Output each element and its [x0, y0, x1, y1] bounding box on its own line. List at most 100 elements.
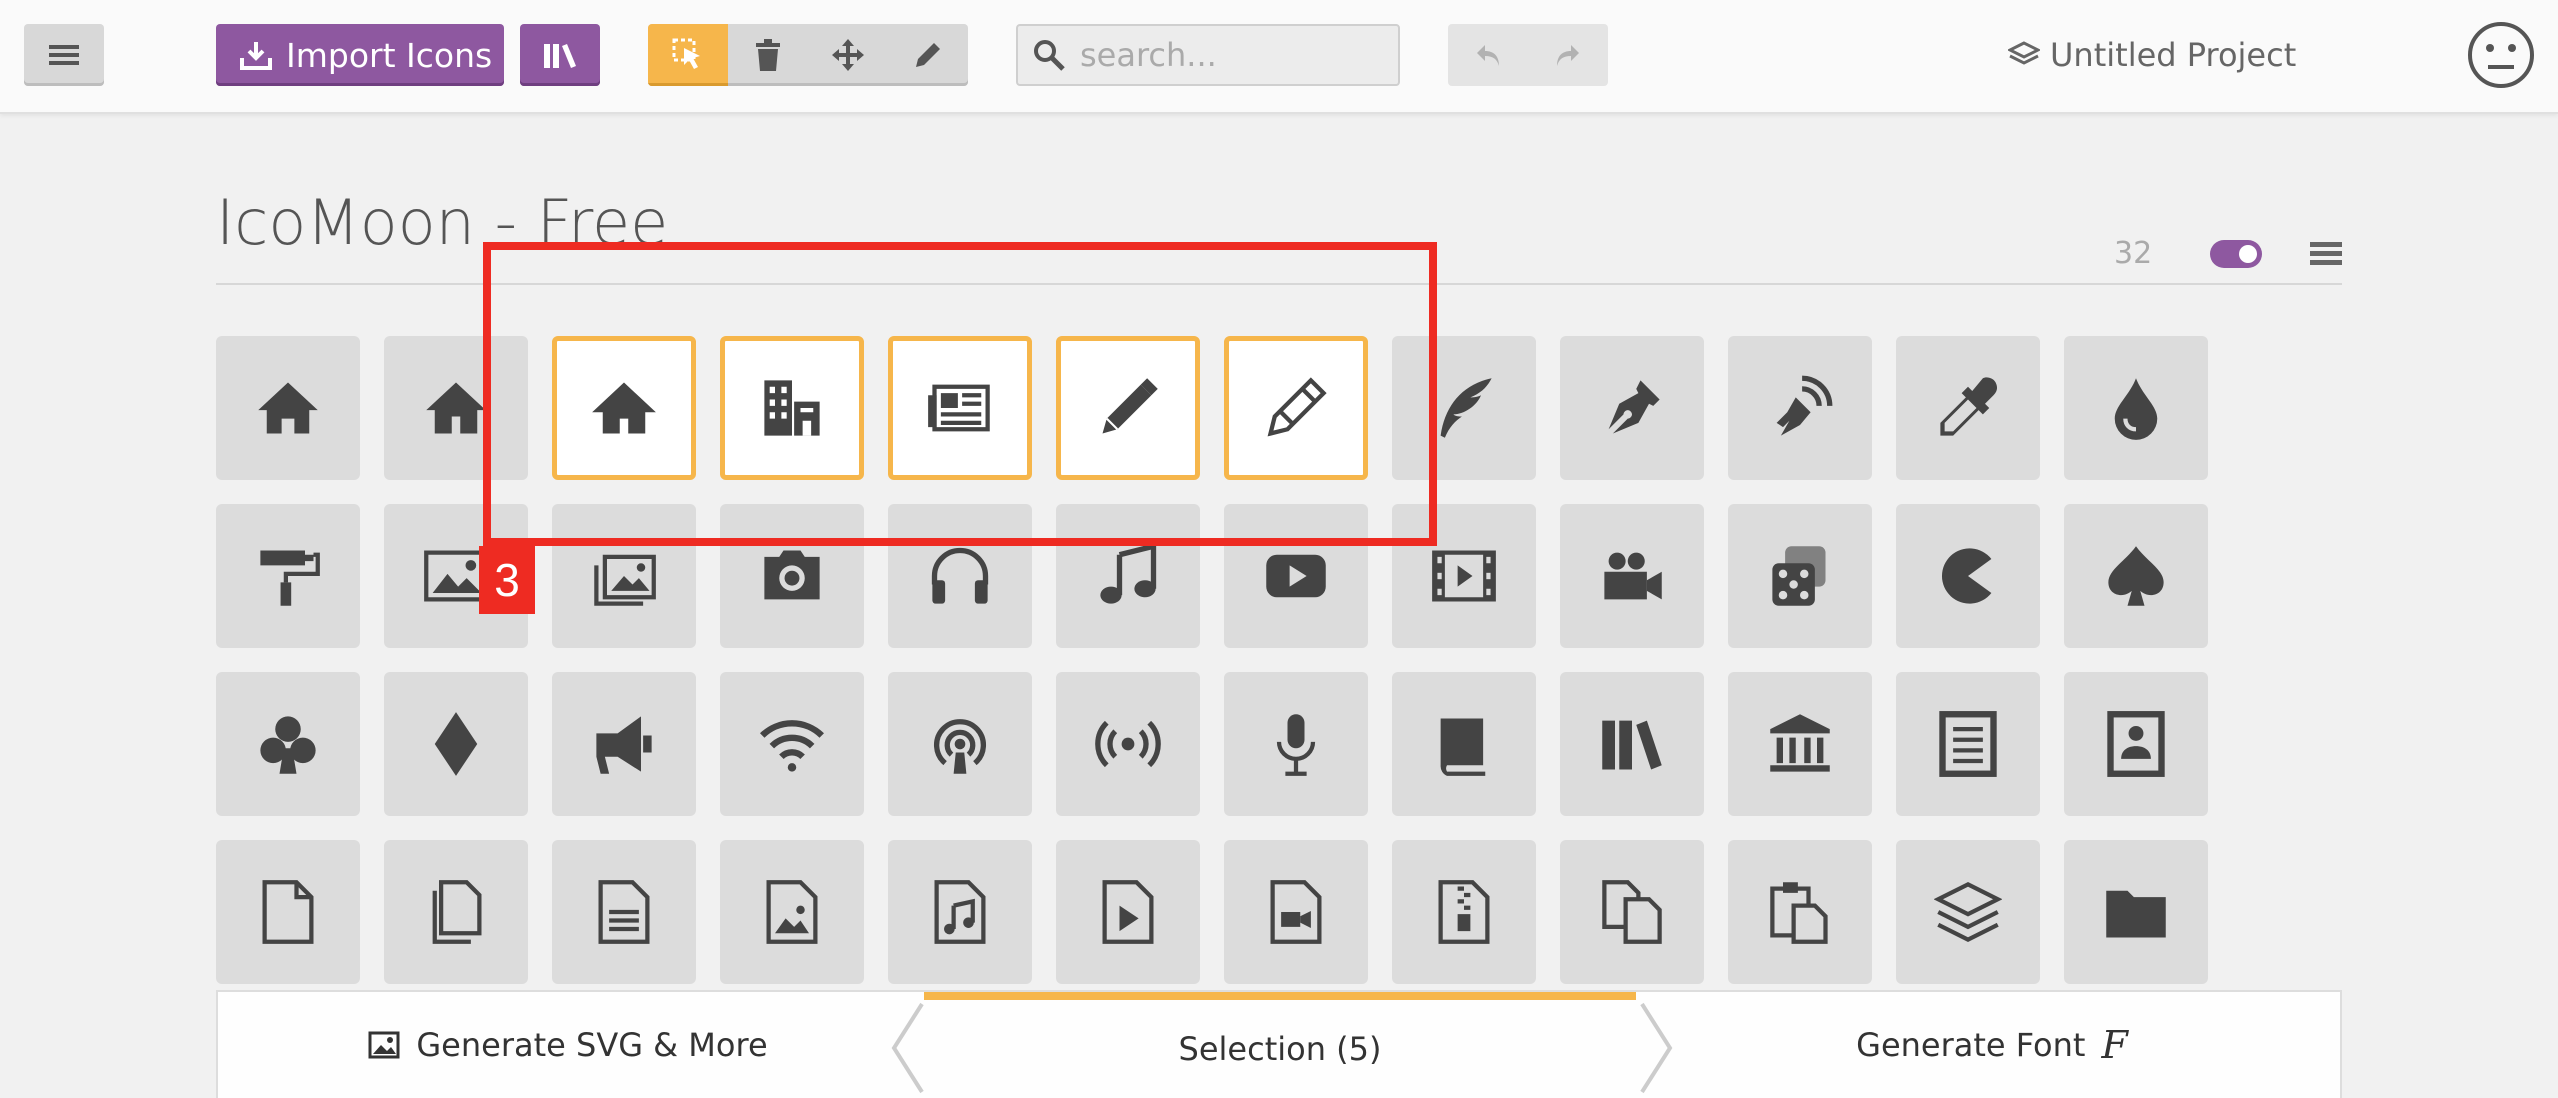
tool-mode-group	[648, 24, 968, 86]
icon-tile-home3[interactable]	[552, 336, 696, 480]
file-text2-icon	[598, 880, 650, 944]
user-avatar-icon[interactable]	[2466, 20, 2536, 90]
icon-tile-folder[interactable]	[2064, 840, 2208, 984]
icon-tile-copy[interactable]	[1560, 840, 1704, 984]
selection-label: Selection (5)	[1178, 1030, 1382, 1068]
delete-tool-button[interactable]	[728, 24, 808, 86]
set-divider	[216, 283, 2342, 285]
icon-tile-newspaper[interactable]	[888, 336, 1032, 480]
icon-tile-paint-format[interactable]	[216, 504, 360, 648]
icon-tile-dice[interactable]	[1728, 504, 1872, 648]
icon-tile-blog[interactable]	[1728, 336, 1872, 480]
icon-tile-pen[interactable]	[1560, 336, 1704, 480]
books-icon	[1602, 720, 1662, 770]
office-icon	[764, 380, 820, 436]
project-name-label: Untitled Project	[2050, 36, 2297, 74]
set-visibility-toggle[interactable]	[2210, 240, 2262, 268]
icon-set-count: 32	[2114, 236, 2153, 271]
headphones-icon	[931, 547, 989, 604]
undo-icon	[1477, 45, 1499, 66]
icon-tile-home2[interactable]	[384, 336, 528, 480]
icon-tile-film[interactable]	[1392, 504, 1536, 648]
move-tool-button[interactable]	[808, 24, 888, 86]
icon-tile-file-music[interactable]	[888, 840, 1032, 984]
file-empty-icon	[262, 880, 314, 944]
generate-font-button[interactable]: Generate Font F	[1642, 992, 2342, 1098]
icon-tile-library[interactable]	[1728, 672, 1872, 816]
icon-tile-file-text2[interactable]	[552, 840, 696, 984]
podcast-icon	[933, 719, 987, 774]
icon-tile-pacman[interactable]	[1896, 504, 2040, 648]
icon-tile-feed[interactable]	[1056, 672, 1200, 816]
copy-icon	[1602, 880, 1662, 944]
generate-svg-button[interactable]: Generate SVG & More	[218, 992, 918, 1098]
icon-tile-pencil2[interactable]	[1224, 336, 1368, 480]
set-options-menu-icon[interactable]	[2310, 240, 2342, 268]
icon-tile-office[interactable]	[720, 336, 864, 480]
pencil-icon	[916, 43, 940, 67]
clubs-icon	[260, 716, 316, 774]
icon-tile-stack[interactable]	[1896, 840, 2040, 984]
edit-tool-button[interactable]	[888, 24, 968, 86]
icon-tile-home[interactable]	[216, 336, 360, 480]
icon-tile-podcast[interactable]	[888, 672, 1032, 816]
import-icon	[240, 42, 272, 70]
history-group	[1448, 24, 1608, 86]
redo-button[interactable]	[1528, 24, 1608, 86]
undo-button[interactable]	[1448, 24, 1528, 86]
icon-tile-pencil[interactable]	[1056, 336, 1200, 480]
pencil-icon	[1102, 378, 1158, 434]
icon-tile-quill[interactable]	[1392, 336, 1536, 480]
icon-tile-file-empty[interactable]	[216, 840, 360, 984]
image-icon	[368, 1031, 400, 1059]
icon-tile-files-empty[interactable]	[384, 840, 528, 984]
file-play-icon	[1102, 880, 1154, 944]
icon-tile-paste[interactable]	[1728, 840, 1872, 984]
quill-icon	[1440, 378, 1492, 438]
icon-tile-spades[interactable]	[2064, 504, 2208, 648]
stack-icon	[1934, 881, 2002, 943]
icon-tile-droplet[interactable]	[2064, 336, 2208, 480]
icon-tile-file-video[interactable]	[1224, 840, 1368, 984]
move-icon	[832, 39, 864, 71]
icon-tile-diamonds[interactable]	[384, 672, 528, 816]
bottom-action-bar: Generate SVG & More Selection (5) Genera…	[216, 990, 2342, 1098]
icon-set-title[interactable]: IcoMoon - Free	[216, 186, 668, 259]
icon-tile-mic[interactable]	[1224, 672, 1368, 816]
import-icons-button[interactable]: Import Icons	[216, 24, 504, 86]
search-icon	[1034, 40, 1065, 71]
search-field	[1016, 24, 1400, 86]
icon-tile-camera[interactable]	[720, 504, 864, 648]
project-name[interactable]: Untitled Project	[2008, 30, 2296, 80]
icon-tile-profile[interactable]	[2064, 672, 2208, 816]
select-tool-button[interactable]	[648, 24, 728, 86]
bullhorn-icon	[596, 716, 652, 774]
book-icon	[1440, 718, 1486, 776]
library-button[interactable]	[520, 24, 600, 86]
hamburger-icon	[49, 45, 79, 65]
paste-icon	[1770, 882, 1828, 944]
images-icon	[594, 554, 656, 606]
home3-icon	[592, 382, 656, 434]
icon-tile-file-text[interactable]	[1896, 672, 2040, 816]
icon-tile-eyedropper[interactable]	[1896, 336, 2040, 480]
icon-tile-play[interactable]	[1224, 504, 1368, 648]
icon-tile-book[interactable]	[1392, 672, 1536, 816]
icon-tile-bullhorn[interactable]	[552, 672, 696, 816]
connection-icon	[760, 720, 824, 772]
selection-tab[interactable]: Selection (5)	[924, 992, 1636, 1098]
main-menu-button[interactable]	[24, 24, 104, 86]
mic-icon	[1276, 714, 1316, 776]
icon-tile-file-zip[interactable]	[1392, 840, 1536, 984]
icon-tile-headphones[interactable]	[888, 504, 1032, 648]
icon-tile-books[interactable]	[1560, 672, 1704, 816]
icon-tile-images[interactable]	[552, 504, 696, 648]
search-input[interactable]	[1078, 35, 1382, 75]
icon-tile-video-camera[interactable]	[1560, 504, 1704, 648]
icon-tile-clubs[interactable]	[216, 672, 360, 816]
icon-tile-file-play[interactable]	[1056, 840, 1200, 984]
icon-tile-music[interactable]	[1056, 504, 1200, 648]
icon-tile-file-picture[interactable]	[720, 840, 864, 984]
select-pointer-icon	[672, 38, 700, 69]
icon-tile-connection[interactable]	[720, 672, 864, 816]
